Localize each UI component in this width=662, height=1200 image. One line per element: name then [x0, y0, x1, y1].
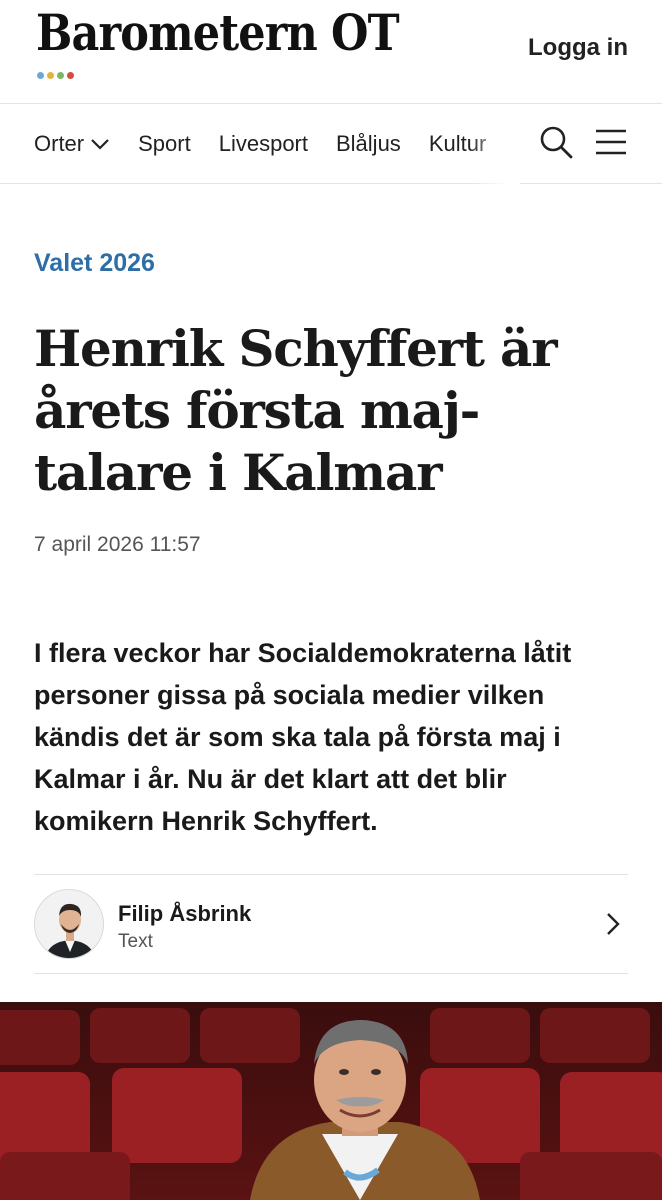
author-name: Filip Åsbrink: [118, 901, 252, 926]
author-portrait-illustration: [35, 890, 103, 958]
site-logo[interactable]: Barometern OT: [36, 8, 400, 58]
article-headline: Henrik Schyffert är årets första maj-tal…: [34, 319, 558, 502]
author-avatar: [34, 889, 104, 959]
nav-item-blaljus[interactable]: Blåljus: [336, 131, 401, 157]
article-kicker[interactable]: Valet 2026: [34, 249, 155, 278]
chevron-right-icon: [607, 913, 620, 935]
nav-item-orter[interactable]: Orter: [34, 131, 110, 157]
login-button[interactable]: Logga in: [528, 34, 628, 62]
chevron-down-icon: [91, 139, 109, 150]
logo-dot-blue: [37, 72, 44, 79]
author-role: Text: [118, 931, 153, 952]
author-byline[interactable]: Filip Åsbrink Text: [34, 874, 628, 974]
logo-dots: [37, 72, 74, 79]
nav-fade-overlay: [470, 104, 520, 184]
nav-item-livesport[interactable]: Livesport: [219, 131, 308, 157]
nav-item-sport[interactable]: Sport: [138, 131, 191, 157]
article-lead: I flera veckor har Socialdemokraterna lå…: [34, 638, 572, 836]
article-hero-image[interactable]: [0, 1002, 662, 1200]
nav-item-label: Orter: [34, 131, 85, 156]
article-date: 7 april 2026 11:57: [34, 533, 201, 556]
logo-dot-yellow: [47, 72, 54, 79]
search-icon[interactable]: [538, 124, 574, 160]
logo-dot-green: [57, 72, 64, 79]
menu-icon[interactable]: [595, 127, 627, 157]
logo-dot-red: [67, 72, 74, 79]
nav-items: Orter Sport Livesport Blåljus Kultur: [34, 104, 514, 184]
site-header: Barometern OT Logga in: [0, 0, 662, 104]
hero-photo-illustration: [0, 1002, 662, 1200]
